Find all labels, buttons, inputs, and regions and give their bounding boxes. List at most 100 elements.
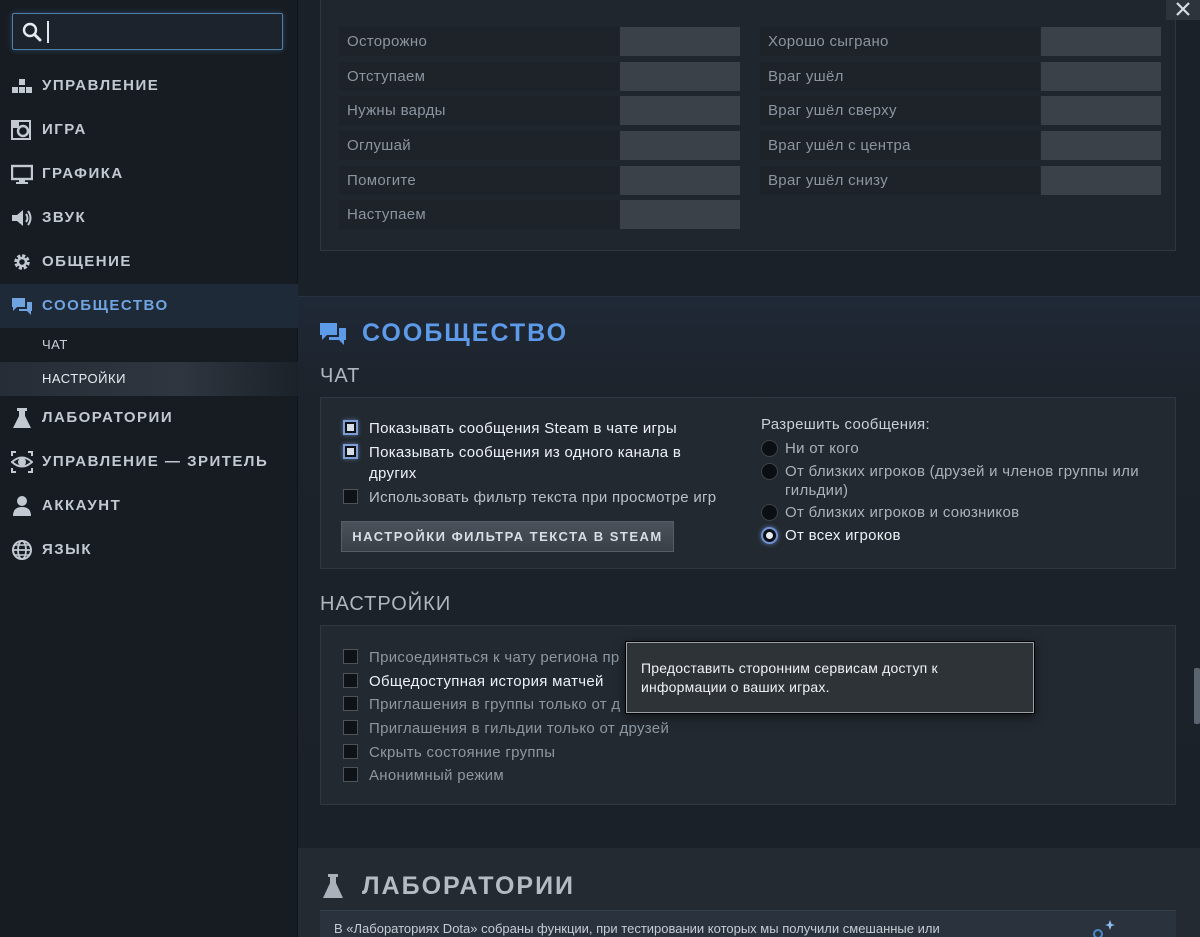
radio-button[interactable]: [761, 440, 778, 457]
checkbox-label: Общедоступная история матчей: [369, 673, 604, 690]
allow-messages-label: Разрешить сообщения:: [761, 416, 930, 433]
phrase-keybind[interactable]: [620, 96, 740, 125]
checkbox-label: Анонимный режим: [369, 767, 504, 784]
radio-all-players[interactable]: От всех игроков: [761, 526, 1161, 545]
close-button[interactable]: [1166, 0, 1200, 20]
chat-wheel-phrase-row[interactable]: Враг ушёл: [760, 62, 1161, 91]
phrase-keybind[interactable]: [620, 200, 740, 229]
sidebar-item-label: ЯЗЫК: [42, 541, 93, 558]
sidebar-item-language[interactable]: ЯЗЫК: [0, 528, 298, 572]
checkbox[interactable]: [343, 767, 358, 782]
sidebar-item-label: ЗВУК: [42, 209, 87, 226]
sidebar-item-graphics[interactable]: ГРАФИКА: [0, 152, 298, 196]
sidebar-item-label: СООБЩЕСТВО: [42, 297, 169, 314]
tooltip: Предоставить сторонним сервисам доступ к…: [626, 642, 1034, 713]
chat-wheel-phrase-row[interactable]: Нужны варды: [339, 96, 740, 125]
chat-wheel-phrase-row[interactable]: Осторожно: [339, 27, 740, 56]
checkbox-join-region-chat[interactable]: Присоединяться к чату региона пр: [343, 647, 620, 668]
chat-wheel-phrase-row[interactable]: Оглушай: [339, 131, 740, 160]
text-caret: [47, 21, 49, 43]
sidebar-subitem-chat[interactable]: ЧАТ: [0, 328, 298, 362]
checkbox-public-match-history[interactable]: Общедоступная история матчей: [343, 671, 604, 692]
sidebar-item-social[interactable]: ОБЩЕНИЕ: [0, 240, 298, 284]
checkbox[interactable]: [343, 649, 358, 664]
sidebar-item-labs[interactable]: ЛАБОРАТОРИИ: [0, 396, 298, 440]
chat-bubbles-icon: [12, 298, 32, 315]
sidebar-item-account[interactable]: АККАУНТ: [0, 484, 298, 528]
checkbox[interactable]: [343, 420, 358, 435]
checkbox-text-filter[interactable]: Использовать фильтр текста при просмотре…: [343, 487, 743, 508]
checkbox-cross-channel-messages[interactable]: Показывать сообщения из одного канала в …: [343, 442, 723, 484]
chat-bubbles-icon: [320, 323, 346, 345]
close-icon: [1176, 2, 1190, 16]
checkbox-label: Показывать сообщения Steam в чате игры: [369, 420, 677, 437]
radio-close-and-allies[interactable]: От близких игроков и союзников: [761, 503, 1161, 522]
scrollbar-thumb[interactable]: [1194, 668, 1200, 724]
checkbox-hide-party-status[interactable]: Скрыть состояние группы: [343, 742, 555, 763]
sidebar-item-label: ЛАБОРАТОРИИ: [42, 409, 174, 426]
radio-nobody[interactable]: Ни от кого: [761, 439, 1161, 458]
user-icon: [13, 496, 31, 516]
phrase-keybind[interactable]: [1041, 166, 1161, 195]
controls-icon: [12, 79, 32, 93]
phrase-keybind[interactable]: [1041, 27, 1161, 56]
radio-button[interactable]: [761, 527, 778, 544]
phrase-keybind[interactable]: [1041, 131, 1161, 160]
sidebar-item-game[interactable]: ИГРА: [0, 108, 298, 152]
phrase-keybind[interactable]: [1041, 96, 1161, 125]
checkbox[interactable]: [343, 673, 358, 688]
checkbox-label: Показывать сообщения из одного канала в …: [369, 444, 682, 482]
phrase-keybind[interactable]: [620, 62, 740, 91]
checkbox[interactable]: [343, 444, 358, 459]
chat-wheel-phrase-row[interactable]: Враг ушёл с центра: [760, 131, 1161, 160]
checkbox-guild-invites-friends-only[interactable]: Приглашения в гильдии только от друзей: [343, 718, 669, 739]
chat-wheel-phrase-row[interactable]: Помогите: [339, 166, 740, 195]
chat-wheel-phrase-row[interactable]: Враг ушёл сверху: [760, 96, 1161, 125]
chat-wheel-phrase-row[interactable]: Враг ушёл снизу: [760, 166, 1161, 195]
phrase-label: Оглушай: [339, 131, 619, 160]
checkbox-anonymous-mode[interactable]: Анонимный режим: [343, 765, 504, 786]
phrase-label: Нужны варды: [339, 96, 619, 125]
checkbox-label: Приглашения в гильдии только от друзей: [369, 720, 670, 737]
chat-wheel-phrase-row[interactable]: Отступаем: [339, 62, 740, 91]
checkbox[interactable]: [343, 744, 358, 759]
chat-wheel-panel: Осторожно Отступаем Нужны варды Оглушай …: [320, 0, 1176, 251]
sidebar-item-label: ОБЩЕНИЕ: [42, 253, 132, 270]
radio-button[interactable]: [761, 463, 778, 480]
sidebar-subitem-label: ЧАТ: [42, 337, 68, 352]
gear-icon: [14, 254, 30, 270]
community-section: СООБЩЕСТВО ЧАТ Показывать сообщения Stea…: [298, 296, 1200, 816]
phrase-keybind[interactable]: [620, 27, 740, 56]
sidebar-item-spectator-controls[interactable]: УПРАВЛЕНИЕ — ЗРИТЕЛЬ: [0, 440, 298, 484]
checkbox[interactable]: [343, 720, 358, 735]
phrase-keybind[interactable]: [620, 131, 740, 160]
checkbox[interactable]: [343, 696, 358, 711]
phrase-keybind[interactable]: [620, 166, 740, 195]
sidebar-subitem-settings[interactable]: НАСТРОЙКИ: [0, 362, 298, 396]
chat-wheel-phrase-row[interactable]: Хорошо сыграно: [760, 27, 1161, 56]
chat-wheel-phrase-row[interactable]: Наступаем: [339, 200, 740, 229]
checkbox[interactable]: [343, 489, 358, 504]
steam-text-filter-settings-button[interactable]: НАСТРОЙКИ ФИЛЬТРА ТЕКСТА В STEAM: [341, 521, 674, 552]
sidebar-item-controls[interactable]: УПРАВЛЕНИЕ: [0, 64, 298, 108]
radio-button[interactable]: [761, 504, 778, 521]
phrase-label: Враг ушёл снизу: [760, 166, 1040, 195]
sidebar-item-sound[interactable]: ЗВУК: [0, 196, 298, 240]
phrase-label: Отступаем: [339, 62, 619, 91]
checkbox-label: Скрыть состояние группы: [369, 744, 556, 761]
search-input[interactable]: [12, 13, 283, 50]
phrase-label: Враг ушёл: [760, 62, 1040, 91]
flask-icon: [13, 408, 31, 428]
phrase-keybind[interactable]: [1041, 62, 1161, 91]
chat-heading: ЧАТ: [320, 365, 361, 387]
radio-close-players[interactable]: От близких игроков (друзей и членов груп…: [761, 462, 1141, 500]
checkbox-steam-messages[interactable]: Показывать сообщения Steam в чате игры: [343, 418, 723, 439]
sidebar-item-community[interactable]: СООБЩЕСТВО: [0, 284, 298, 328]
phrase-label: Враг ушёл сверху: [760, 96, 1040, 125]
globe-icon: [12, 540, 32, 560]
sidebar-subitem-label: НАСТРОЙКИ: [42, 371, 126, 386]
checkbox-party-invites-friends-only[interactable]: Приглашения в группы только от д: [343, 694, 620, 715]
speaker-icon: [12, 210, 32, 226]
flask-icon: [323, 874, 343, 898]
settings-heading: НАСТРОЙКИ: [320, 593, 452, 615]
